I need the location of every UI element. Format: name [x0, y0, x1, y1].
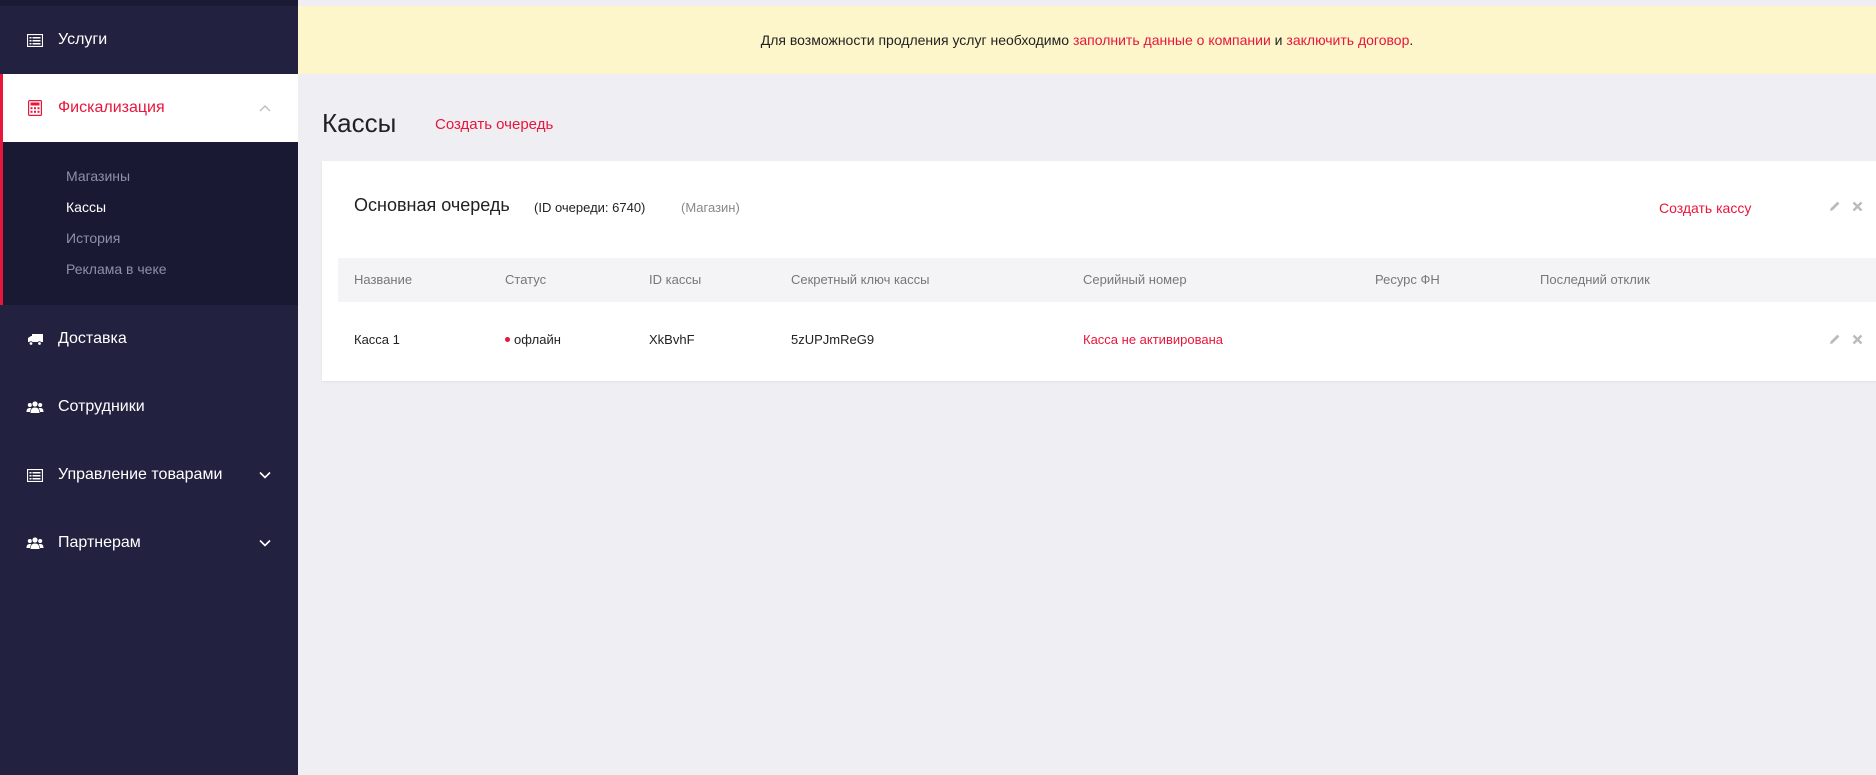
- chevron-down-icon[interactable]: [258, 468, 272, 482]
- fill-company-data-link[interactable]: заполнить данные о компании: [1073, 32, 1271, 48]
- banner-text: и: [1270, 32, 1287, 48]
- sidebar-item-delivery[interactable]: Доставка: [0, 305, 298, 373]
- notice-banner: Для возможности продления услуг необходи…: [298, 6, 1876, 74]
- status-dot-icon: [505, 337, 510, 343]
- cell-serial: Касса не активирована: [1083, 332, 1223, 347]
- queue-actions: [1828, 199, 1864, 213]
- column-header-fn-resource: Ресурс ФН: [1375, 272, 1440, 287]
- cell-name: Касса 1: [354, 332, 400, 347]
- column-header-kassa-id: ID кассы: [649, 272, 702, 287]
- cell-secret-key: 5zUPJmReG9: [791, 332, 875, 347]
- users-icon: [26, 399, 44, 415]
- chevron-up-icon[interactable]: [258, 101, 272, 115]
- submenu-item-history[interactable]: История: [66, 230, 120, 246]
- cell-status: офлайн: [505, 332, 561, 347]
- submenu-item-receipt-ads[interactable]: Реклама в чеке: [66, 261, 167, 277]
- banner-text: .: [1409, 32, 1414, 48]
- chevron-down-icon[interactable]: [258, 536, 272, 550]
- column-header-last-response: Последний отклик: [1540, 272, 1650, 287]
- row-actions: [1828, 332, 1864, 346]
- sidebar-item-label: Доставка: [58, 330, 127, 347]
- create-queue-link[interactable]: Создать очередь: [435, 116, 553, 133]
- fiscalization-submenu: Магазины Кассы История Реклама в чеке: [0, 142, 298, 305]
- sidebar-item-label: Сотрудники: [58, 398, 145, 415]
- page-title: Кассы: [322, 108, 397, 138]
- banner-text: Для возможности продления услуг необходи…: [760, 32, 1070, 48]
- sign-contract-link[interactable]: заключить договор: [1286, 32, 1409, 48]
- sidebar-item-employees[interactable]: Сотрудники: [0, 373, 298, 441]
- queue-id: (ID очереди: 6740): [534, 200, 646, 215]
- users-icon: [26, 535, 44, 551]
- sidebar-item-fiscalization[interactable]: Фискализация: [0, 74, 298, 142]
- sidebar-item-partners[interactable]: Партнерам: [0, 509, 298, 577]
- create-kassa-link[interactable]: Создать кассу: [1659, 200, 1751, 216]
- calculator-icon: [26, 100, 44, 116]
- table-header: Название Статус ID кассы Секретный ключ …: [338, 258, 1876, 302]
- column-header-secret-key: Секретный ключ кассы: [791, 272, 930, 287]
- sidebar-item-label: Управление товарами: [58, 466, 223, 483]
- queue-type: (Магазин): [681, 200, 740, 215]
- status-text: офлайн: [514, 332, 561, 347]
- sidebar-item-services[interactable]: Услуги: [0, 6, 298, 74]
- column-header-status: Статус: [505, 272, 547, 287]
- sidebar-item-label: Услуги: [58, 31, 108, 48]
- pencil-icon[interactable]: [1828, 199, 1842, 213]
- submenu-item-kassy[interactable]: Кассы: [66, 199, 106, 215]
- column-header-serial: Серийный номер: [1083, 272, 1187, 287]
- close-icon[interactable]: [1850, 332, 1864, 346]
- submenu-item-stores[interactable]: Магазины: [66, 168, 130, 184]
- sidebar: Услуги Фискализация Магазины Кассы Истор…: [0, 0, 298, 775]
- sidebar-item-label: Фискализация: [58, 99, 165, 116]
- sidebar-item-goods-management[interactable]: Управление товарами: [0, 441, 298, 509]
- column-header-name: Название: [354, 272, 413, 287]
- close-icon[interactable]: [1850, 199, 1864, 213]
- list-icon: [26, 32, 44, 48]
- sidebar-item-label: Партнерам: [58, 534, 141, 551]
- cell-kassa-id: XkBvhF: [649, 332, 695, 347]
- truck-icon: [26, 331, 44, 347]
- queue-card: Основная очередь (ID очереди: 6740) (Маг…: [322, 161, 1876, 381]
- pencil-icon[interactable]: [1828, 332, 1842, 346]
- table-row: Касса 1 офлайн XkBvhF 5zUPJmReG9 Касса н…: [338, 302, 1876, 376]
- list-icon: [26, 467, 44, 483]
- queue-name: Основная очередь: [354, 195, 510, 215]
